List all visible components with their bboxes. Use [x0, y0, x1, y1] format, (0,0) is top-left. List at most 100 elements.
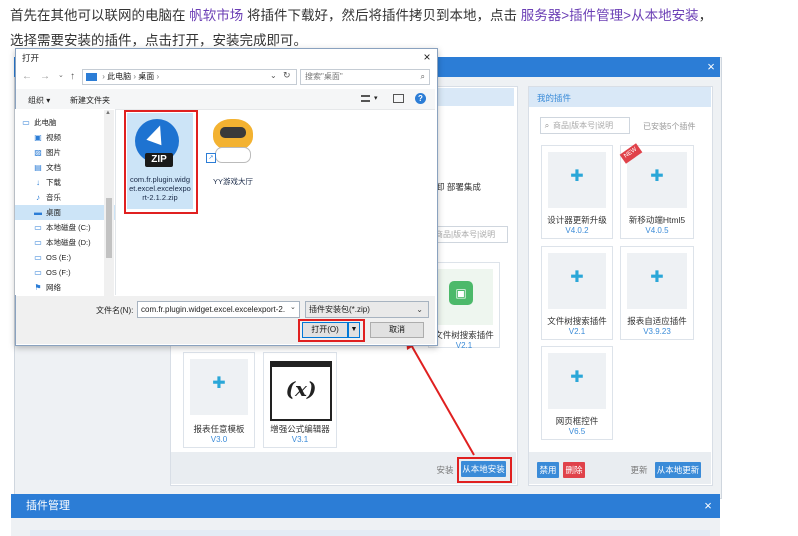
navigation-pane: ▭ 此电脑 ▣ 视频 ▨ 图片 ▤ 文档 ↓ 下载 ♪ 音乐 ▬ 桌面 ▭ 本地磁盘 (C:) ▭ 本地磁盘 (D… [15, 109, 116, 295]
nav-item[interactable]: ↓ 下载 [15, 175, 115, 190]
nav-item-label: 下载 [46, 178, 61, 187]
back-icon[interactable]: ← [22, 71, 32, 82]
cancel-button[interactable]: 取消 [370, 322, 424, 338]
nav-item[interactable]: ▨ 图片 [15, 145, 115, 160]
nav-item[interactable]: ▭ OS (E:) [15, 250, 115, 265]
update-button[interactable]: 更新 [628, 462, 650, 478]
nav-item[interactable]: ▬ 桌面 [15, 205, 115, 220]
puzzle-icon: ✚ [212, 375, 226, 392]
open-dropdown-icon[interactable]: ▼ [348, 322, 360, 338]
plugin-card-report-template[interactable]: ✚ 报表任意模板 V3.0 [183, 352, 255, 448]
file-item-zip[interactable]: ZIP com.fr.plugin.widget.excel.excelexpo… [127, 113, 193, 209]
plugin-card-version: V4.0.2 [565, 226, 589, 235]
computer-icon: ▭ [22, 118, 30, 127]
forward-icon[interactable]: → [40, 71, 50, 82]
new-folder-button[interactable]: 新建文件夹 [70, 95, 110, 106]
red-arrow [406, 337, 475, 456]
drive-icon: ▭ [34, 223, 42, 232]
nav-item-label: 音乐 [46, 193, 61, 202]
nav-item[interactable]: ▭ 本地磁盘 (D:) [15, 235, 115, 250]
puzzle-icon: ✚ [650, 168, 664, 185]
left-search-input[interactable]: 商品|版本号|说明 [430, 226, 508, 243]
scroll-up-icon[interactable]: ▲ [105, 110, 111, 116]
category-tabs-partial[interactable]: 卸 部署集成 [436, 181, 481, 193]
drive-icon: ▭ [34, 253, 42, 262]
nav-item[interactable]: ▭ OS (F:) [15, 265, 115, 280]
nav-scrollbar-thumb[interactable] [106, 198, 112, 258]
filetype-value: 插件安装包(*.zip) [309, 305, 370, 314]
open-button[interactable]: 打开(O) [302, 322, 348, 338]
my-plugin-card[interactable]: ✚ NEW 新移动端Html5 V4.0.5 [619, 143, 694, 239]
plugin-card-name: 新移动端Html5 [628, 215, 686, 225]
my-plugin-card[interactable]: ✚ 文件树搜索插件 V2.1 [541, 246, 613, 340]
plugin-path-link[interactable]: 服务器>插件管理>从本地安装 [521, 8, 699, 23]
up-icon[interactable]: ↑ [70, 71, 75, 82]
filetype-select[interactable]: 插件安装包(*.zip) ⌄ [305, 301, 429, 318]
nav-item[interactable]: ⚑ 网络 [15, 280, 115, 295]
view-dropdown-icon[interactable]: ▾ [374, 94, 378, 102]
breadcrumb-sep: › [102, 72, 105, 81]
nav-item-label: 桌面 [46, 208, 61, 217]
my-plugin-card[interactable]: ✚ 设计器更新升级 V4.0.2 [541, 145, 613, 239]
bottom-window-panel [30, 530, 450, 536]
disable-button[interactable]: 禁用 [537, 462, 559, 478]
nav-item-label: 本地磁盘 (D:) [46, 238, 91, 247]
address-bar[interactable]: › 此电脑 › 桌面 › [82, 69, 297, 85]
nav-item[interactable]: ▭ 此电脑 [3, 115, 103, 130]
install-local-button[interactable]: 从本地安装 [461, 461, 506, 477]
nav-scrollbar[interactable]: ▲ [104, 110, 114, 296]
address-dropdown-icon[interactable]: ⌄ [270, 71, 277, 80]
bottom-window-panel [470, 530, 710, 536]
drive-icon: ▭ [34, 238, 42, 247]
dialog-search-input[interactable]: 搜索"桌面" ⌕ [300, 69, 430, 85]
network-icon: ⚑ [34, 283, 42, 292]
plugin-card-version: V3.0 [210, 435, 228, 444]
plugin-manager-close-icon[interactable]: × [704, 58, 718, 76]
nav-item[interactable]: ♪ 音乐 [15, 190, 115, 205]
dialog-close-icon[interactable]: × [419, 49, 435, 65]
installed-count: 已安装5个插件 [643, 122, 696, 131]
my-plugin-card[interactable]: ✚ 网页框控件 V6.5 [541, 346, 613, 440]
update-local-button[interactable]: 从本地更新 [655, 462, 701, 478]
search-icon: ⌕ [420, 72, 425, 81]
install-button[interactable]: 安装 [434, 462, 456, 478]
plugin-card-formula-editor[interactable]: (x) 增强公式编辑器 V3.1 [263, 352, 337, 448]
breadcrumb-sep: › [156, 72, 160, 81]
file-name: YY游戏大厅 [212, 177, 253, 186]
nav-item-label: OS (F:) [46, 268, 71, 277]
puzzle-icon: ✚ [650, 269, 664, 286]
music-icon: ♪ [36, 193, 40, 202]
filename-input[interactable]: com.fr.plugin.widget.excel.excelexport-2… [137, 301, 300, 318]
drive-icon: ▭ [34, 268, 42, 277]
puzzle-icon: ✚ [570, 369, 584, 386]
preview-pane-icon[interactable] [393, 94, 404, 103]
desktop-icon: ▬ [34, 208, 42, 217]
arrow-shaft [409, 342, 475, 456]
organize-button[interactable]: 组织 ▾ [28, 95, 50, 106]
view-icon[interactable] [361, 95, 370, 102]
all-plugins-header [436, 88, 514, 106]
plugin-card-name: 增强公式编辑器 [270, 424, 330, 434]
instruction-line1-mid: 将插件下载好，然后将插件拷贝到本地，点击 [247, 8, 518, 23]
breadcrumb-item[interactable]: 此电脑 [107, 72, 131, 81]
file-item-game[interactable]: ↗ YY游戏大厅 [200, 113, 266, 193]
delete-button[interactable]: 删除 [563, 462, 585, 478]
nav-item[interactable]: ▤ 文档 [15, 160, 115, 175]
market-link[interactable]: 帆软市场 [189, 8, 243, 23]
computer-icon [86, 72, 97, 81]
game-icon-mask [220, 127, 246, 138]
nav-item[interactable]: ▣ 视频 [15, 130, 115, 145]
refresh-icon[interactable]: ↻ [283, 70, 291, 81]
help-icon[interactable]: ? [415, 93, 426, 104]
filename-dropdown-icon[interactable]: ⌄ [290, 303, 296, 311]
bottom-close-icon[interactable]: × [700, 494, 716, 518]
nav-item[interactable]: ▭ 本地磁盘 (C:) [15, 220, 115, 235]
breadcrumb-item[interactable]: 桌面 [138, 72, 154, 81]
video-icon: ▣ [34, 133, 42, 142]
plugin-card-version: V3.9.23 [643, 327, 671, 336]
my-plugin-card[interactable]: ✚ 报表自适应插件 V3.9.23 [620, 246, 694, 340]
my-plugins-search-input[interactable]: ⌕ 商品|版本号|说明 [540, 117, 630, 134]
plugin-card-name: 设计器更新升级 [547, 215, 607, 225]
recent-dropdown-icon[interactable]: ⌄ [58, 71, 64, 79]
puzzle-icon: ✚ [570, 269, 584, 286]
